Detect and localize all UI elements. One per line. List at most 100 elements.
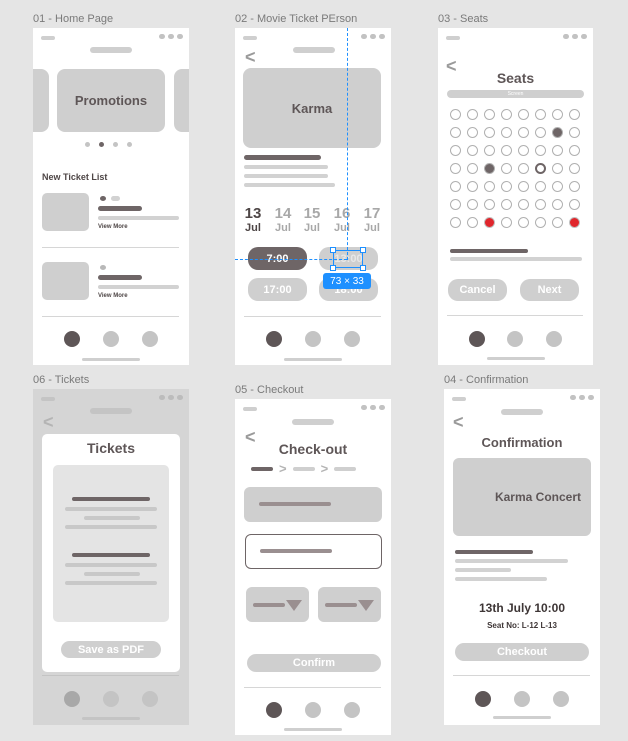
seat[interactable]: [501, 109, 512, 120]
nav-home-icon[interactable]: [469, 331, 486, 347]
seat[interactable]: [569, 109, 580, 120]
next-button[interactable]: Next: [520, 279, 579, 301]
seat[interactable]: [484, 199, 495, 210]
nav-tickets-icon[interactable]: [102, 331, 119, 347]
date-option-5[interactable]: 17 Jul: [359, 205, 385, 234]
seat[interactable]: [484, 181, 495, 192]
nav-tickets-icon[interactable]: [513, 691, 530, 707]
nav-home-icon[interactable]: [266, 331, 283, 347]
nav-profile-icon[interactable]: [141, 691, 158, 707]
seat[interactable]: [518, 217, 529, 228]
seat[interactable]: [467, 145, 478, 156]
resize-handle[interactable]: [360, 265, 366, 271]
seat[interactable]: [535, 199, 546, 210]
seat[interactable]: [535, 145, 546, 156]
seat[interactable]: [501, 127, 512, 138]
save-pdf-button[interactable]: Save as PDF: [61, 641, 161, 658]
seat[interactable]: [501, 145, 512, 156]
nav-tickets-icon[interactable]: [507, 331, 524, 347]
email-field[interactable]: [245, 534, 382, 569]
seat[interactable]: [569, 127, 580, 138]
view-more-link-2[interactable]: View More: [98, 293, 128, 299]
seat[interactable]: [535, 217, 546, 228]
seat[interactable]: [450, 181, 461, 192]
carousel-next-card[interactable]: [174, 69, 189, 132]
back-arrow-icon[interactable]: <: [43, 413, 54, 431]
ticket-thumb-1[interactable]: [42, 193, 89, 231]
seat[interactable]: [501, 163, 512, 174]
seat[interactable]: [467, 181, 478, 192]
ticket-thumb-2[interactable]: [42, 262, 89, 300]
date-option-3[interactable]: 15 Jul: [299, 205, 325, 234]
seat[interactable]: [518, 109, 529, 120]
seat[interactable]: [484, 109, 495, 120]
seat[interactable]: [518, 127, 529, 138]
seat[interactable]: [569, 163, 580, 174]
nav-home-icon[interactable]: [475, 691, 492, 707]
checkout-button[interactable]: Checkout: [455, 643, 589, 661]
seat[interactable]: [484, 217, 495, 228]
nav-tickets-icon[interactable]: [304, 331, 321, 347]
cancel-button[interactable]: Cancel: [448, 279, 507, 301]
back-arrow-icon[interactable]: <: [453, 413, 464, 431]
seat[interactable]: [552, 145, 563, 156]
seat[interactable]: [552, 127, 563, 138]
seat[interactable]: [467, 127, 478, 138]
seat[interactable]: [450, 199, 461, 210]
seat[interactable]: [501, 181, 512, 192]
seat[interactable]: [484, 145, 495, 156]
seat[interactable]: [450, 145, 461, 156]
seat[interactable]: [450, 163, 461, 174]
seat[interactable]: [501, 199, 512, 210]
selection-box[interactable]: [333, 250, 363, 268]
view-more-link-1[interactable]: View More: [98, 224, 128, 230]
seat[interactable]: [569, 217, 580, 228]
seat[interactable]: [535, 109, 546, 120]
nav-home-icon[interactable]: [266, 702, 283, 718]
seat[interactable]: [484, 163, 495, 174]
seat[interactable]: [569, 199, 580, 210]
date-option-2[interactable]: 14 Jul: [270, 205, 296, 234]
seat[interactable]: [518, 199, 529, 210]
seat[interactable]: [518, 163, 529, 174]
back-arrow-icon[interactable]: <: [245, 48, 256, 66]
seat[interactable]: [569, 145, 580, 156]
seat[interactable]: [450, 217, 461, 228]
nav-tickets-icon[interactable]: [304, 702, 321, 718]
seat[interactable]: [450, 127, 461, 138]
seat[interactable]: [535, 181, 546, 192]
seat[interactable]: [467, 163, 478, 174]
nav-home-icon[interactable]: [64, 331, 81, 347]
seat[interactable]: [535, 163, 546, 174]
name-field[interactable]: [244, 487, 382, 522]
seat[interactable]: [467, 199, 478, 210]
nav-profile-icon[interactable]: [343, 702, 360, 718]
seat[interactable]: [552, 109, 563, 120]
resize-handle[interactable]: [330, 265, 336, 271]
time-option-3[interactable]: 17:00: [248, 278, 307, 301]
nav-tickets-icon[interactable]: [102, 691, 119, 707]
seat[interactable]: [518, 181, 529, 192]
date-option-1[interactable]: 13 Jul: [240, 205, 266, 234]
seat[interactable]: [501, 217, 512, 228]
nav-profile-icon[interactable]: [141, 331, 158, 347]
resize-handle[interactable]: [360, 247, 366, 253]
seat[interactable]: [467, 109, 478, 120]
nav-home-icon[interactable]: [64, 691, 81, 707]
carousel-prev-card[interactable]: [33, 69, 49, 132]
seat[interactable]: [569, 181, 580, 192]
nav-profile-icon[interactable]: [343, 331, 360, 347]
seat[interactable]: [450, 109, 461, 120]
nav-profile-icon[interactable]: [545, 331, 562, 347]
month-select[interactable]: [246, 587, 309, 622]
seat[interactable]: [552, 181, 563, 192]
seat[interactable]: [518, 145, 529, 156]
promotions-card[interactable]: Promotions: [57, 69, 165, 132]
seat[interactable]: [552, 163, 563, 174]
seat[interactable]: [484, 127, 495, 138]
nav-profile-icon[interactable]: [552, 691, 569, 707]
resize-handle[interactable]: [330, 247, 336, 253]
seat[interactable]: [552, 199, 563, 210]
date-option-4[interactable]: 16 Jul: [329, 205, 355, 234]
seat[interactable]: [552, 217, 563, 228]
